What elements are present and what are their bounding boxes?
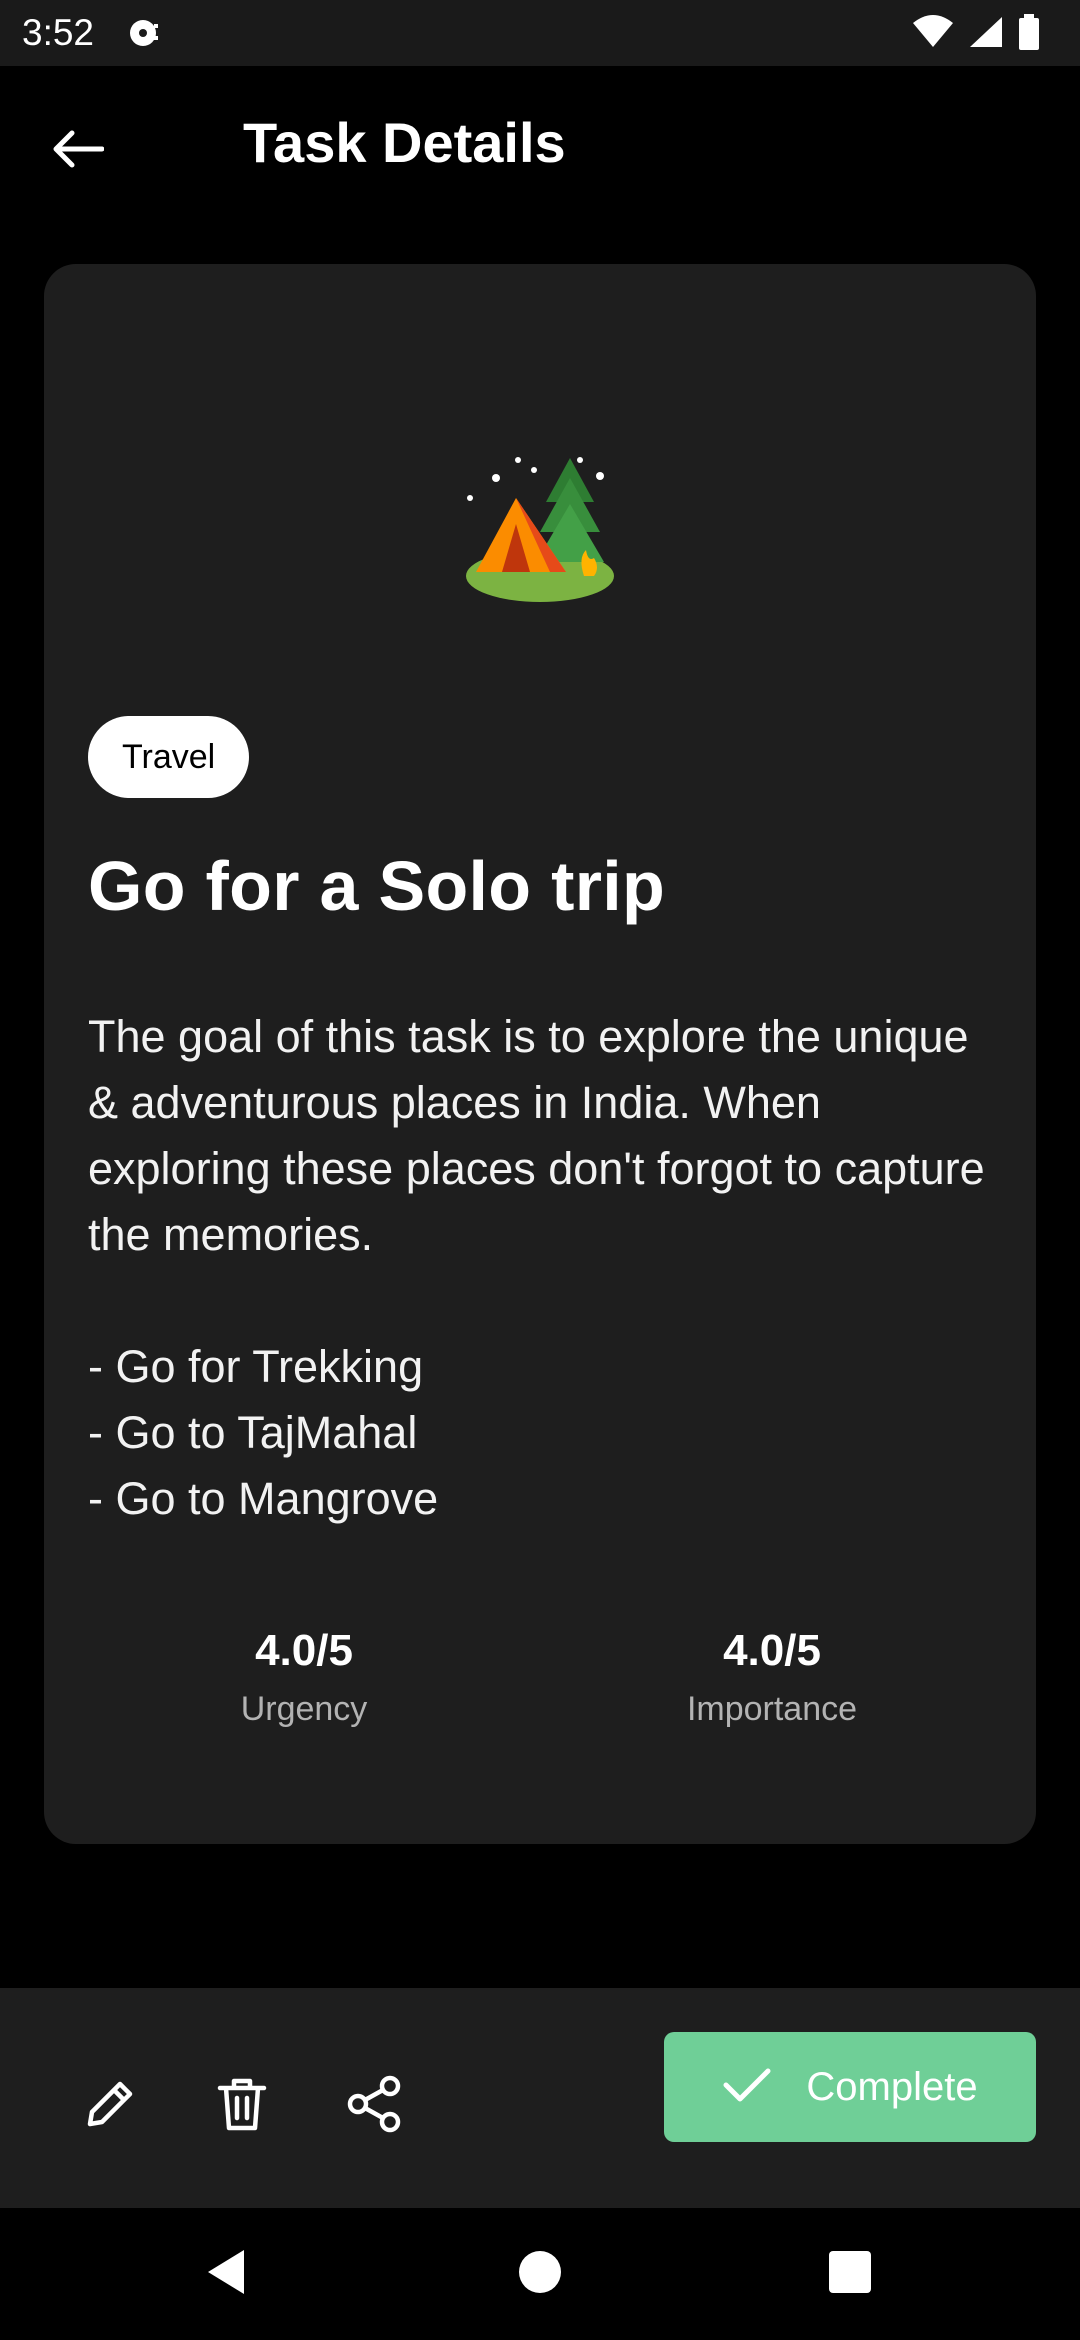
status-bar: 3:52	[0, 0, 1080, 66]
signal-icon	[968, 15, 1004, 54]
media-icon	[128, 16, 164, 50]
battery-icon	[1018, 14, 1040, 55]
edit-button[interactable]	[72, 2068, 148, 2144]
system-nav-bar	[0, 2208, 1080, 2340]
task-title: Go for a Solo trip	[88, 847, 666, 925]
task-description: The goal of this task is to explore the …	[88, 1011, 985, 1524]
back-button[interactable]	[44, 118, 110, 184]
nav-back-button[interactable]	[194, 2242, 258, 2306]
status-icons	[912, 14, 1040, 55]
bottom-action-bar: Complete	[0, 1988, 1080, 2208]
status-time: 3:52	[22, 12, 95, 53]
delete-button[interactable]	[204, 2068, 280, 2144]
arrow-left-icon	[50, 129, 105, 174]
urgency-metric: 4.0/5 Urgency	[154, 1626, 454, 1729]
nav-home-icon	[518, 2250, 562, 2299]
complete-button[interactable]: Complete	[664, 2032, 1036, 2142]
category-tag: Travel	[88, 716, 250, 798]
nav-recents-icon	[829, 2250, 871, 2298]
urgency-label: Urgency	[240, 1690, 368, 1728]
task-card: Travel Go for a Solo trip The goal of th…	[44, 264, 1036, 1844]
importance-metric: 4.0/5 Importance	[622, 1626, 922, 1729]
urgency-value: 4.0/5	[255, 1626, 353, 1675]
trash-icon	[216, 2076, 268, 2137]
nav-home-button[interactable]	[508, 2242, 572, 2306]
nav-back-icon	[204, 2248, 248, 2301]
importance-value: 4.0/5	[723, 1626, 821, 1675]
share-icon	[344, 2074, 404, 2139]
importance-label: Importance	[686, 1690, 858, 1728]
share-button[interactable]	[336, 2068, 412, 2144]
app-bar: Task Details	[0, 66, 1080, 222]
camping-tent-icon	[460, 454, 620, 604]
check-icon	[722, 2065, 772, 2110]
wifi-icon	[912, 15, 954, 54]
nav-recents-button[interactable]	[818, 2242, 882, 2306]
pencil-icon	[82, 2076, 138, 2137]
complete-label: Complete	[806, 2064, 978, 2109]
page-title: Task Details	[243, 111, 566, 174]
